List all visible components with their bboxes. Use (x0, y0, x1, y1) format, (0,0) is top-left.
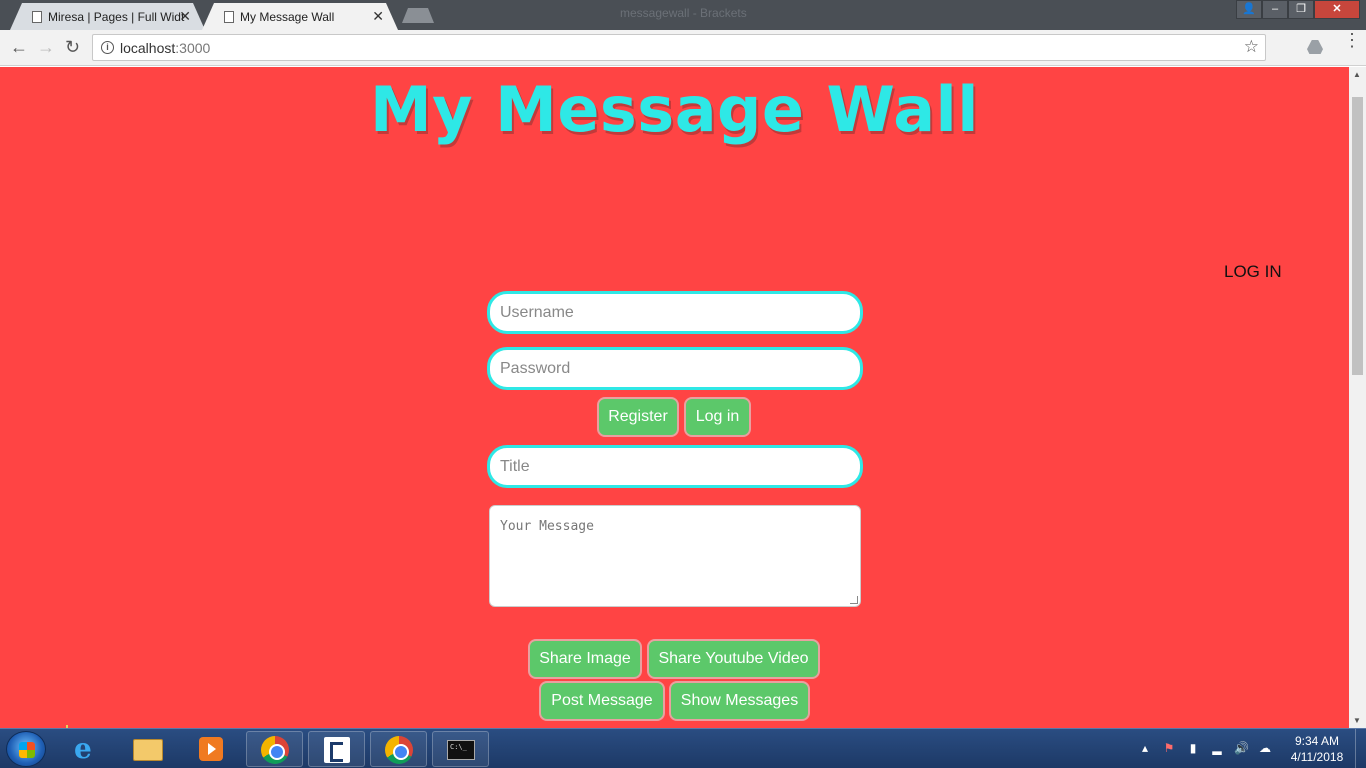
message-placeholder: Your Message (500, 519, 594, 534)
scroll-thumb[interactable] (1352, 97, 1363, 375)
browser-titlebar: Miresa | Pages | Full Widt ✕ My Message … (0, 0, 1366, 30)
windows-logo-icon (19, 742, 35, 758)
close-window-button[interactable]: ✕ (1314, 0, 1360, 19)
battery-icon[interactable]: ▮ (1186, 741, 1200, 755)
forward-icon[interactable]: → (37, 37, 55, 58)
password-input[interactable]: Password (487, 347, 863, 390)
flag-icon[interactable]: ⚑ (1162, 741, 1176, 755)
taskbar-internet-explorer[interactable]: e (60, 731, 117, 767)
window-controls: 👤 – ❐ ✕ (1236, 0, 1360, 19)
command-prompt-icon: C:\_ (447, 740, 475, 760)
scroll-up-icon[interactable]: ▲ (1353, 70, 1361, 79)
resize-handle[interactable] (850, 596, 858, 604)
scroll-down-icon[interactable]: ▼ (1353, 716, 1361, 725)
url-host: localhost (120, 40, 176, 56)
taskbar-media-player[interactable] (183, 731, 240, 767)
page-title: My Message Wall (369, 73, 980, 146)
reload-icon[interactable]: ↻ (65, 37, 80, 58)
system-tray: ▴ ⚑ ▮ ▂ 🔊 ☁ (1138, 737, 1272, 759)
internet-explorer-icon: e (74, 732, 92, 765)
new-tab-button[interactable] (402, 8, 434, 23)
page-icon (32, 11, 42, 23)
bookmark-star-icon[interactable]: ☆ (1244, 37, 1259, 57)
folder-icon (133, 739, 163, 761)
tab-miresa[interactable]: Miresa | Pages | Full Widt ✕ (10, 3, 205, 30)
restore-button[interactable]: ❐ (1288, 0, 1314, 19)
tab-my-message-wall[interactable]: My Message Wall ✕ (202, 3, 398, 30)
chrome-icon (385, 736, 413, 764)
close-icon[interactable]: ✕ (179, 8, 191, 25)
show-messages-button[interactable]: Show Messages (669, 681, 810, 721)
post-message-button[interactable]: Post Message (539, 681, 665, 721)
url-text[interactable]: localhost:3000 (120, 40, 210, 56)
menu-icon[interactable]: ⋮ (1343, 31, 1361, 49)
browser-toolbar: ← → ↻ i localhost:3000 ☆ ⋮ (0, 30, 1366, 66)
taskbar-file-explorer[interactable] (120, 731, 177, 767)
cloud-icon[interactable]: ☁ (1258, 741, 1272, 755)
taskbar-brackets[interactable] (308, 731, 365, 767)
minimize-button[interactable]: – (1262, 0, 1288, 19)
info-icon[interactable]: i (101, 41, 114, 54)
back-icon[interactable]: ← (10, 37, 28, 58)
url-port: :3000 (175, 40, 211, 56)
signal-icon[interactable]: ▂ (1210, 741, 1224, 755)
start-button[interactable] (6, 731, 46, 767)
close-icon[interactable]: ✕ (372, 8, 384, 25)
taskbar-chrome-1[interactable] (246, 731, 303, 767)
title-input[interactable]: Title (487, 445, 863, 488)
scrollbar[interactable]: ▲ ▼ (1349, 67, 1366, 728)
tab-label: My Message Wall (240, 10, 335, 24)
brackets-icon (324, 737, 350, 763)
user-icon[interactable]: 👤 (1236, 0, 1262, 19)
taskbar: e C:\_ ▴ ⚑ ▮ ▂ 🔊 ☁ 9:34 AM 4/11/2018 (0, 728, 1366, 768)
page-body: My Message Wall LOG IN Username Password… (0, 67, 1349, 728)
login-link[interactable]: LOG IN (1224, 262, 1282, 282)
taskbar-command-prompt[interactable]: C:\_ (432, 731, 489, 767)
drive-extension-icon[interactable] (1307, 40, 1323, 54)
show-hidden-icon[interactable]: ▴ (1138, 741, 1152, 755)
page-icon (224, 11, 234, 23)
clock[interactable]: 9:34 AM 4/11/2018 (1286, 733, 1348, 765)
media-player-icon (199, 737, 223, 761)
window-title: messagewall - Brackets (620, 6, 747, 20)
chrome-icon (261, 736, 289, 764)
share-youtube-video-button[interactable]: Share Youtube Video (647, 639, 820, 679)
message-textarea[interactable]: Your Message (489, 505, 861, 607)
volume-icon[interactable]: 🔊 (1234, 741, 1249, 755)
username-input[interactable]: Username (487, 291, 863, 334)
register-button[interactable]: Register (597, 397, 679, 437)
address-bar[interactable]: i localhost:3000 ☆ (92, 34, 1266, 61)
login-button[interactable]: Log in (684, 397, 751, 437)
tab-label: Miresa | Pages | Full Widt (48, 10, 185, 24)
clock-date: 4/11/2018 (1290, 750, 1344, 764)
taskbar-chrome-2[interactable] (370, 731, 427, 767)
clock-time: 9:34 AM (1294, 734, 1340, 748)
show-desktop-button[interactable] (1355, 729, 1366, 768)
share-image-button[interactable]: Share Image (528, 639, 642, 679)
